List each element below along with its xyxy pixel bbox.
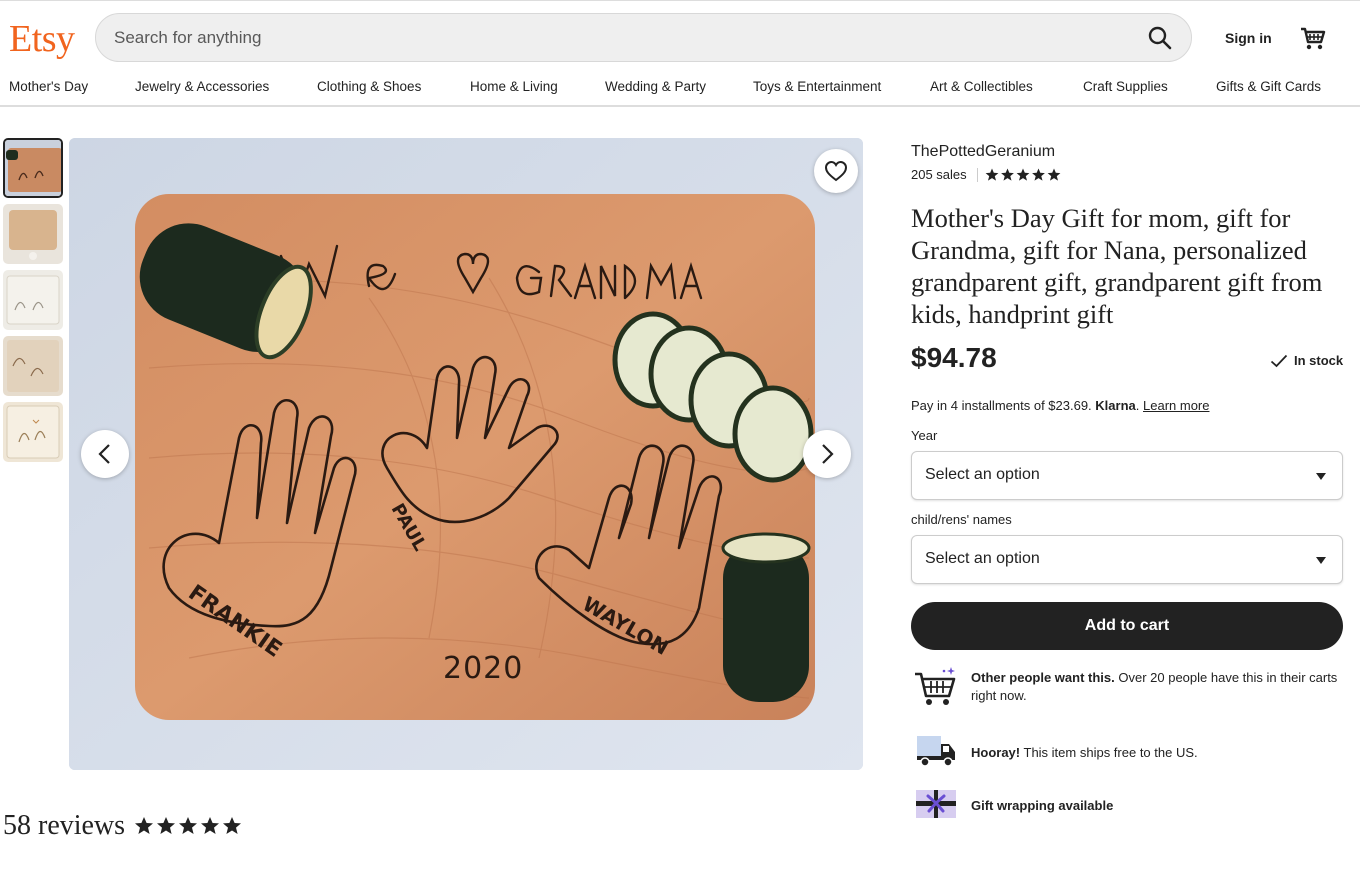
star-icon [157, 817, 175, 834]
stock-status-label: In stock [1294, 353, 1344, 368]
nav-item-art[interactable]: Art & Collectibles [930, 79, 1033, 94]
search-icon[interactable] [1147, 25, 1173, 51]
divider [977, 168, 978, 182]
search-bar [95, 13, 1192, 62]
caret-down-icon [1316, 473, 1326, 480]
perk-shipping-text: Hooray! This item ships free to the US. [971, 744, 1346, 762]
thumbnail-3[interactable] [3, 270, 63, 330]
nav-item-clothing[interactable]: Clothing & Shoes [317, 79, 421, 94]
star-icon [1016, 168, 1030, 181]
category-nav: Mother's Day Jewelry & Accessories Cloth… [0, 72, 1360, 107]
thumbnail-1[interactable] [3, 138, 63, 198]
favorite-button[interactable] [814, 149, 858, 193]
names-select-value: Select an option [925, 550, 1040, 567]
perk-shipping-detail: This item ships free to the US. [1020, 745, 1198, 760]
nav-item-wedding[interactable]: Wedding & Party [605, 79, 706, 94]
svg-text:2020: 2020 [443, 651, 523, 686]
previous-image-button[interactable] [81, 430, 129, 478]
star-icon [223, 817, 241, 834]
star-icon [1001, 168, 1014, 181]
shop-rating-stars[interactable] [985, 168, 1061, 182]
delivery-truck-icon [917, 736, 955, 767]
star-icon [179, 817, 197, 834]
sign-in-link[interactable]: Sign in [1225, 30, 1272, 46]
star-icon [201, 817, 219, 834]
star-icon [985, 168, 999, 181]
year-label: Year [911, 428, 938, 443]
review-stars [135, 817, 241, 834]
perk-demand-text: Other people want this. Over 20 people h… [971, 669, 1346, 705]
star-icon [1047, 168, 1061, 181]
perk-gift-wrap-bold: Gift wrapping available [971, 798, 1114, 813]
klarna-installments: Pay in 4 installments of $23.69. Klarna.… [911, 398, 1210, 413]
year-select[interactable]: Select an option [911, 451, 1343, 500]
nav-item-toys[interactable]: Toys & Entertainment [753, 79, 881, 94]
chevron-right-icon [822, 444, 834, 464]
sales-count: 205 sales [911, 167, 967, 182]
thumbnail-2[interactable] [3, 204, 63, 264]
caret-down-icon [1316, 557, 1326, 564]
next-image-button[interactable] [803, 430, 851, 478]
nav-item-home-living[interactable]: Home & Living [470, 79, 558, 94]
names-label: child/rens' names [911, 512, 1012, 527]
star-icon [1032, 168, 1045, 181]
main-product-image: FRANKIE PAUL WAYLON 2020 [69, 138, 863, 770]
header: Etsy Sign in [0, 1, 1360, 71]
price: $94.78 [911, 342, 997, 373]
cart-sparkle-icon [915, 667, 956, 705]
thumbnail-5[interactable] [3, 402, 63, 462]
checkmark-icon [1270, 354, 1288, 368]
nav-item-gifts[interactable]: Gifts & Gift Cards [1216, 79, 1321, 94]
year-select-value: Select an option [925, 466, 1040, 483]
nav-item-craft[interactable]: Craft Supplies [1083, 79, 1168, 94]
perk-gift-wrap-text: Gift wrapping available [971, 797, 1346, 815]
perk-shipping-bold: Hooray! [971, 745, 1021, 760]
thumbnail-4[interactable] [3, 336, 63, 396]
search-input[interactable] [114, 14, 1114, 61]
shop-name-link[interactable]: ThePottedGeranium [911, 143, 1055, 161]
klarna-logo: Klarna [1095, 398, 1136, 413]
gift-icon [916, 790, 956, 818]
star-icon [135, 817, 153, 834]
nav-item-mothers-day[interactable]: Mother's Day [9, 79, 88, 94]
klarna-text: Pay in 4 installments of $23.69. [911, 398, 1092, 413]
add-to-cart-button[interactable]: Add to cart [911, 602, 1343, 650]
reviews-count: 58 reviews [3, 810, 126, 841]
names-select[interactable]: Select an option [911, 535, 1343, 584]
listing-title: Mother's Day Gift for mom, gift for Gran… [911, 203, 1323, 329]
heart-icon [824, 160, 848, 182]
etsy-logo[interactable]: Etsy [9, 17, 75, 61]
shopping-cart-icon[interactable] [1299, 24, 1327, 52]
nav-item-jewelry[interactable]: Jewelry & Accessories [135, 79, 269, 94]
learn-more-link[interactable]: Learn more [1143, 398, 1209, 413]
perk-demand-bold: Other people want this. [971, 670, 1115, 685]
chevron-left-icon [98, 444, 110, 464]
